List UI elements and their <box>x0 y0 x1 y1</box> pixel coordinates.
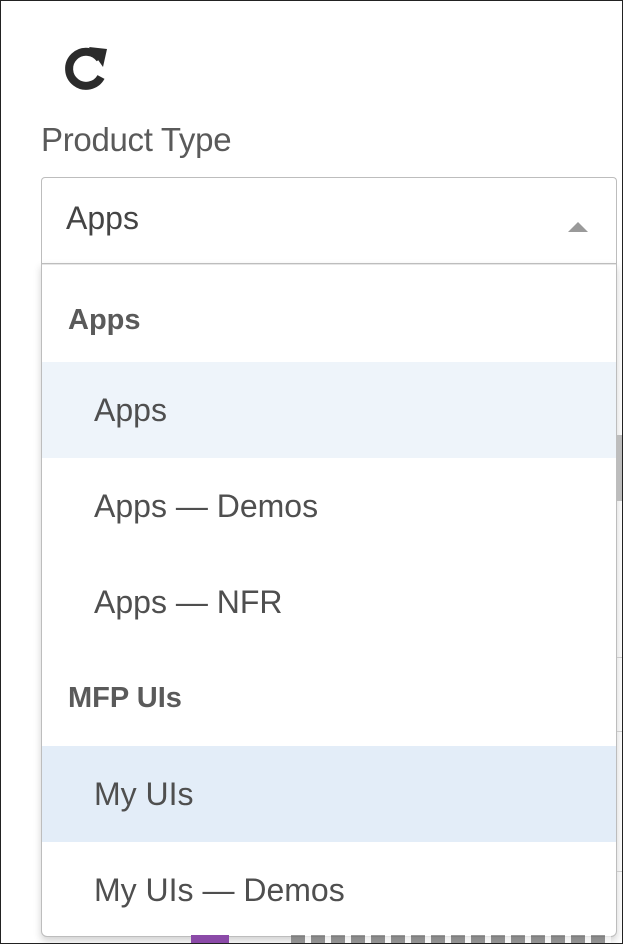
product-type-label: Product Type <box>41 121 232 158</box>
caret-up-icon <box>568 222 588 232</box>
background-divider <box>617 731 622 732</box>
refresh-icon[interactable] <box>59 39 109 97</box>
background-scroll-hint <box>617 435 622 501</box>
selected-value: Apps <box>66 200 139 236</box>
option-my-uis[interactable]: My UIs <box>42 746 616 842</box>
group-header-apps: Apps <box>68 304 141 336</box>
background-divider <box>617 871 622 872</box>
option-my-uis-demos[interactable]: My UIs — Demos <box>42 842 616 936</box>
divider <box>42 264 616 265</box>
page-frame: Product Type Apps Apps Apps Apps — Demos… <box>0 0 623 944</box>
background-text-hint <box>291 935 611 943</box>
group-header-mfp-uis: MFP UIs <box>68 682 182 714</box>
option-apps[interactable]: Apps <box>42 362 616 458</box>
product-type-select[interactable]: Apps <box>41 177 617 263</box>
background-divider <box>617 657 622 658</box>
option-apps-nfr[interactable]: Apps — NFR <box>42 554 616 650</box>
option-apps-demos[interactable]: Apps — Demos <box>42 458 616 554</box>
product-type-listbox: Apps Apps Apps — Demos Apps — NFR MFP UI… <box>41 263 617 937</box>
background-thumbnail <box>191 935 229 943</box>
background-row-hint <box>191 935 611 943</box>
